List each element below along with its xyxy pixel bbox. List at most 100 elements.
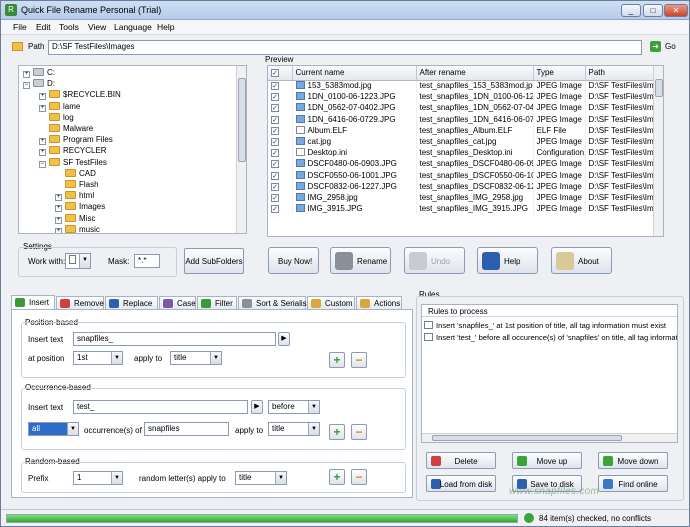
- load-from-disk-button[interactable]: Load from disk: [426, 475, 496, 492]
- tree-item[interactable]: log: [39, 112, 74, 124]
- tree-item[interactable]: Malware: [39, 124, 93, 135]
- workwith-select[interactable]: ▼: [65, 253, 91, 269]
- tree-item[interactable]: + RECYCLER: [39, 146, 107, 157]
- table-row[interactable]: ✓ IMG_2958.jpg test_snapfiles_IMG_2958.jpg…: [268, 191, 663, 204]
- path-input[interactable]: D:\SF TestFiles\Images: [48, 40, 642, 55]
- table-row[interactable]: ✓ cat.jpg test_snapfiles_cat.jpg JPEG Image…: [268, 135, 663, 148]
- tree-item[interactable]: + Misc: [55, 213, 95, 225]
- tab-replace[interactable]: Replace: [105, 296, 158, 310]
- add-rule-button[interactable]: +: [329, 352, 345, 368]
- preview-scrollbar[interactable]: [653, 66, 663, 236]
- row-checkbox[interactable]: ✓: [271, 160, 279, 169]
- list-item[interactable]: Insert 'snapfiles_' at 1st position of t…: [424, 321, 666, 330]
- expand-icon[interactable]: +: [55, 194, 62, 202]
- tree-item[interactable]: + music: [55, 224, 100, 233]
- tree-item[interactable]: − D:: [23, 79, 55, 90]
- list-item[interactable]: Insert 'test_' before all occurence(s) o…: [424, 333, 677, 342]
- delete-rule-button[interactable]: Delete: [426, 452, 496, 469]
- tab-custom[interactable]: Custom: [307, 296, 355, 310]
- occurrence-text-input[interactable]: snapfiles: [144, 422, 229, 436]
- table-row[interactable]: ✓ 1DN_0562-07-0402.JPG test_snapfiles_1DN_…: [268, 102, 663, 114]
- table-row[interactable]: ✓ DSCF0480-06-0903.JPG test_snapfiles_DSCF…: [268, 158, 663, 170]
- row-checkbox[interactable]: ✓: [271, 138, 279, 147]
- random-remove-rule-button[interactable]: −: [351, 469, 367, 485]
- occurrence-select[interactable]: all ▼: [28, 422, 79, 436]
- rules-list[interactable]: Rules to process Insert 'snapfiles_' at …: [421, 304, 678, 443]
- tab-actions[interactable]: Actions: [356, 296, 402, 310]
- tree-item[interactable]: CAD: [55, 168, 96, 180]
- position-apply-to-select[interactable]: title ▼: [170, 351, 222, 365]
- preview-list[interactable]: ✓ Current name After rename Type Path ✓ 1…: [267, 65, 664, 237]
- collapse-icon[interactable]: −: [39, 160, 46, 168]
- table-row[interactable]: ✓ IMG_3915.JPG test_snapfiles_IMG_3915.JPG…: [268, 203, 663, 215]
- tab-filter[interactable]: Filter: [197, 296, 237, 310]
- prefix-select[interactable]: 1 ▼: [73, 471, 123, 485]
- tree-item[interactable]: + html: [55, 191, 94, 202]
- col-after-rename[interactable]: After rename: [416, 66, 534, 81]
- tree-scrollbar[interactable]: [236, 66, 246, 233]
- folder-tree[interactable]: + C: − D: + $RECYCLE.BIN + lame log Malware + Progr…: [18, 65, 247, 234]
- table-row[interactable]: ✓ Desktop.ini test_snapfiles_Desktop.ini Co…: [268, 147, 663, 159]
- menu-view[interactable]: View: [88, 22, 106, 32]
- table-row[interactable]: ✓ DSCF0832-06-1227.JPG test_snapfiles_DSCF…: [268, 180, 663, 192]
- col-type[interactable]: Type: [533, 66, 586, 81]
- tree-scroll-thumb[interactable]: [238, 78, 246, 162]
- find-online-button[interactable]: Find online: [598, 475, 668, 492]
- expand-icon[interactable]: +: [23, 71, 30, 78]
- table-row[interactable]: ✓ 1DN_6416-06-0729.JPG test_snapfiles_1DN_…: [268, 113, 663, 125]
- row-checkbox[interactable]: ✓: [271, 82, 279, 91]
- expand-icon[interactable]: +: [39, 104, 46, 112]
- occ-apply-to-select[interactable]: title ▼: [268, 422, 320, 436]
- tree-item[interactable]: + lame: [39, 101, 80, 113]
- row-checkbox[interactable]: ✓: [271, 115, 279, 124]
- expand-icon[interactable]: +: [39, 93, 46, 101]
- maximize-button[interactable]: □: [643, 4, 663, 17]
- row-checkbox[interactable]: ✓: [271, 182, 279, 191]
- table-row[interactable]: ✓ Album.ELF test_snapfiles_Album.ELF ELF Fi…: [268, 124, 663, 136]
- menu-file[interactable]: File: [13, 22, 27, 32]
- random-apply-to-select[interactable]: title ▼: [235, 471, 287, 485]
- random-add-rule-button[interactable]: +: [329, 469, 345, 485]
- remove-rule-button[interactable]: −: [351, 352, 367, 368]
- menu-tools[interactable]: Tools: [59, 22, 79, 32]
- row-checkbox[interactable]: ✓: [271, 149, 279, 158]
- menu-language[interactable]: Language: [114, 22, 152, 32]
- tab-insert[interactable]: Insert: [11, 295, 55, 310]
- expand-icon[interactable]: +: [39, 138, 46, 146]
- tree-item[interactable]: Flash: [55, 180, 99, 191]
- expand-icon[interactable]: +: [55, 227, 62, 233]
- move-up-button[interactable]: Move up: [512, 452, 582, 469]
- occ-add-rule-button[interactable]: +: [329, 424, 345, 440]
- tab-sort-serialise[interactable]: Sort & Serialise: [238, 296, 311, 310]
- collapse-icon[interactable]: −: [23, 82, 30, 90]
- at-position-select[interactable]: 1st ▼: [73, 351, 123, 365]
- tab-case[interactable]: Case: [159, 296, 196, 310]
- row-checkbox[interactable]: ✓: [271, 93, 279, 102]
- about-button[interactable]: About: [551, 247, 612, 274]
- undo-button[interactable]: Undo: [404, 247, 465, 274]
- row-checkbox[interactable]: ✓: [271, 205, 279, 214]
- go-label[interactable]: Go: [665, 42, 676, 51]
- position-insert-text-input[interactable]: snapfiles_: [73, 332, 276, 346]
- insert-tag-arrow-button[interactable]: ▶: [278, 332, 290, 346]
- menu-edit[interactable]: Edit: [36, 22, 51, 32]
- menu-help[interactable]: Help: [157, 22, 174, 32]
- rename-button[interactable]: Rename: [330, 247, 391, 274]
- table-row[interactable]: ✓ DSCF0550-06-1001.JPG test_snapfiles_DSCF…: [268, 169, 663, 181]
- row-checkbox[interactable]: ✓: [271, 126, 279, 135]
- tab-remove[interactable]: Remove: [56, 296, 104, 310]
- close-button[interactable]: ✕: [664, 4, 688, 17]
- table-row[interactable]: ✓ 153_5383mod.jpg test_snapfiles_153_5383m…: [268, 80, 663, 92]
- row-checkbox[interactable]: ✓: [271, 193, 279, 202]
- preview-scroll-thumb[interactable]: [655, 79, 663, 97]
- tree-item[interactable]: − SF TestFiles: [39, 157, 107, 169]
- expand-icon[interactable]: +: [55, 205, 62, 213]
- move-down-button[interactable]: Move down: [598, 452, 668, 469]
- tree-item[interactable]: + C:: [23, 68, 55, 79]
- tree-item[interactable]: + Images: [55, 202, 105, 213]
- tree-item[interactable]: + Program Files: [39, 135, 113, 146]
- expand-icon[interactable]: +: [39, 149, 46, 157]
- add-subfolders-button[interactable]: Add SubFolders: [184, 248, 244, 274]
- minimize-button[interactable]: _: [621, 4, 641, 17]
- rules-hscroll-thumb[interactable]: [432, 435, 622, 441]
